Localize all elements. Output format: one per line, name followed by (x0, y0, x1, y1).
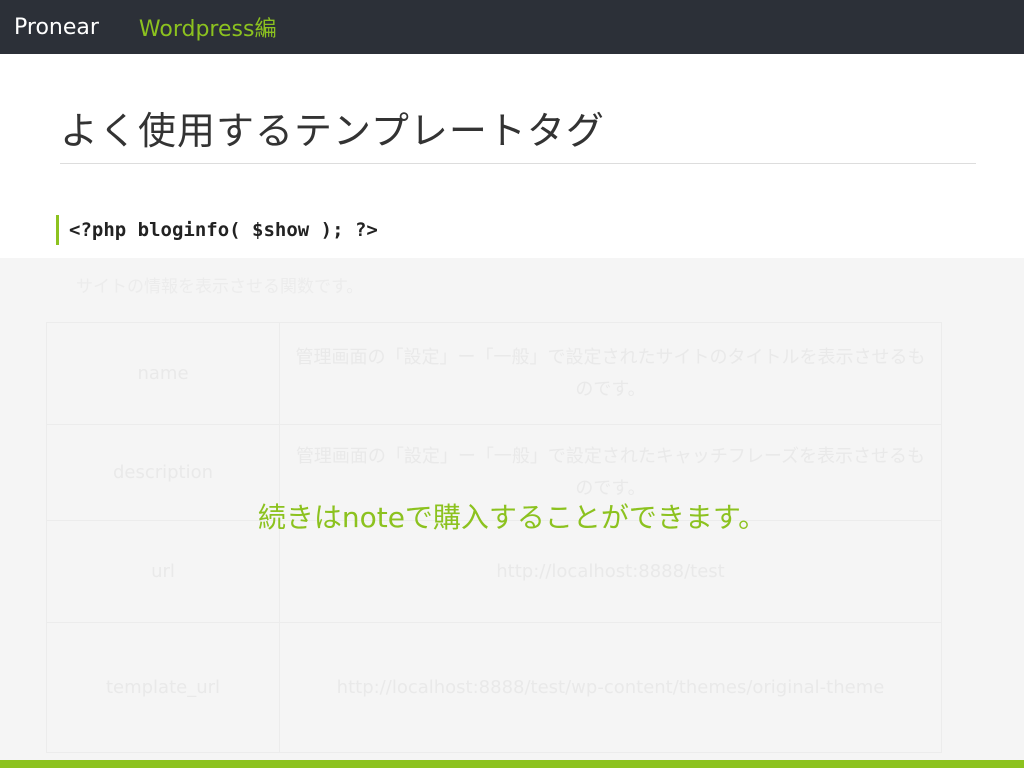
table-cell-key: template_url (46, 622, 280, 753)
faded-description: サイトの情報を表示させる関数です。 (76, 277, 364, 297)
continue-on-note-message: 続きはnoteで購入することができます。 (257, 501, 767, 534)
code-snippet: <?php bloginfo( $show ); ?> (56, 215, 378, 245)
brand-name: Pronear (14, 14, 99, 40)
title-divider (60, 163, 976, 164)
table-row: name 管理画面の「設定」ー「一般」で設定されたサイトのタイトルを表示させるも… (46, 322, 942, 425)
table-cell-value: 管理画面の「設定」ー「一般」で設定されたサイトのタイトルを表示させるものです。 (279, 322, 942, 425)
faded-parameter-table: name 管理画面の「設定」ー「一般」で設定されたサイトのタイトルを表示させるも… (46, 322, 942, 753)
table-row: template_url http://localhost:8888/test/… (46, 622, 942, 753)
slide-title: よく使用するテンプレートタグ (60, 109, 605, 153)
category-label: Wordpress編 (138, 17, 277, 42)
table-cell-value: http://localhost:8888/test/wp-content/th… (279, 622, 942, 753)
bottom-accent-bar (0, 760, 1024, 768)
top-bar: Pronear Wordpress編 (0, 0, 1024, 54)
table-cell-key: name (46, 322, 280, 425)
